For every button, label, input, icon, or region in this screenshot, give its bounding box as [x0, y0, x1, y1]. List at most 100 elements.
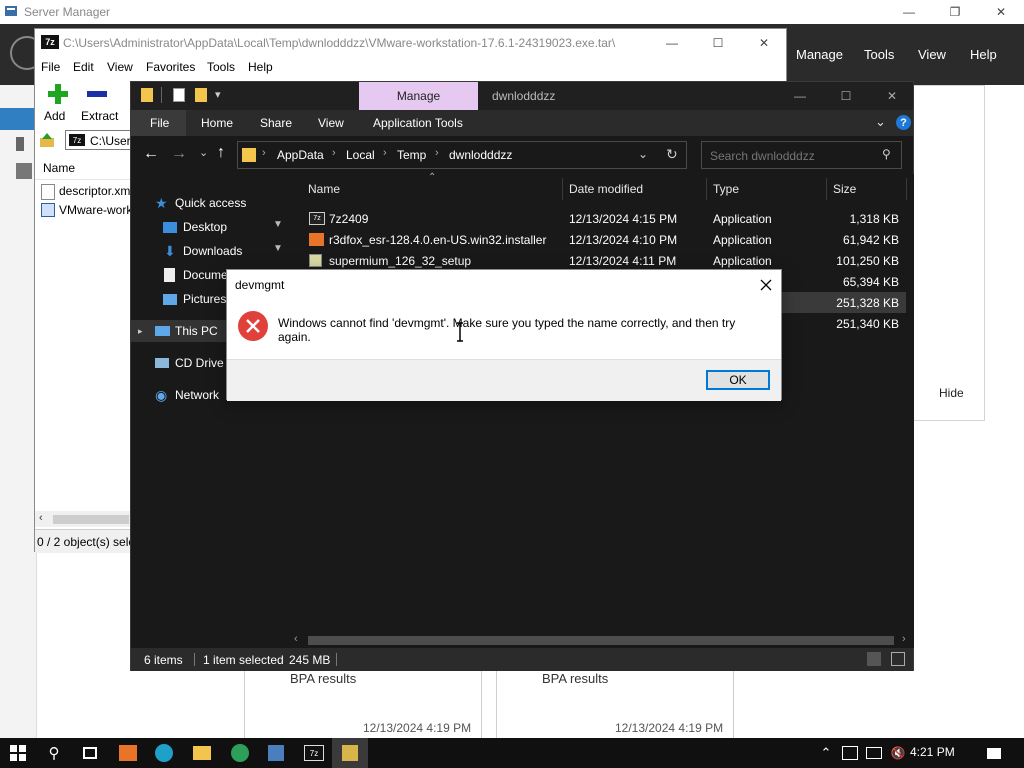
up-arrow-icon[interactable]: ↑ [217, 144, 225, 162]
search-box[interactable]: ⚲ [701, 141, 902, 169]
close-button[interactable]: ✕ [741, 29, 787, 57]
sevenzip-taskbar-icon[interactable]: 7z [296, 738, 332, 768]
properties-icon[interactable] [173, 88, 185, 102]
menu-tools[interactable]: Tools [207, 60, 235, 74]
installer-taskbar-icon[interactable] [332, 738, 368, 768]
extract-button[interactable]: Extract [81, 83, 121, 123]
tab-application-tools[interactable]: Application Tools [373, 116, 463, 130]
nav-quick-access[interactable]: ★ Quick access [131, 192, 289, 214]
search-icon[interactable]: ⚲ [36, 738, 72, 768]
sevenzip-address-field[interactable]: 7z C:\Users [65, 130, 137, 150]
tab-manage[interactable]: Manage [359, 82, 478, 110]
tab-file-label[interactable]: File [150, 116, 169, 130]
nav-label: CD Drive [175, 356, 224, 370]
minimize-button[interactable]: — [649, 29, 695, 57]
minimize-button[interactable]: — [886, 0, 932, 24]
column-name[interactable]: Name [308, 182, 340, 196]
all-servers-icon[interactable] [16, 163, 32, 179]
file-explorer-icon[interactable] [184, 738, 220, 768]
breadcrumb-local[interactable]: Local [346, 148, 375, 162]
menu-file[interactable]: File [41, 60, 60, 74]
menu-manage[interactable]: Manage [796, 47, 843, 62]
notifications-icon[interactable] [976, 738, 1012, 768]
details-view-icon[interactable] [867, 652, 881, 666]
list-item[interactable]: descriptor.xml [41, 182, 133, 200]
scroll-thumb[interactable] [308, 636, 894, 645]
breadcrumb-temp[interactable]: Temp [397, 148, 426, 162]
menu-view[interactable]: View [107, 60, 133, 74]
column-divider[interactable] [562, 178, 563, 200]
scroll-thumb[interactable] [53, 515, 129, 524]
new-folder-icon[interactable] [195, 88, 207, 102]
search-icon[interactable]: ⚲ [882, 147, 891, 161]
ribbon-expand-icon[interactable]: ⌄ [875, 114, 886, 130]
task-view-icon[interactable] [72, 738, 108, 768]
explorer-hscrollbar[interactable]: ‹ › [290, 632, 914, 648]
column-name[interactable]: Name [43, 161, 75, 175]
search-input[interactable] [708, 146, 872, 166]
explorer-titlebar: ▾ Manage dwnlodddzz — ☐ ✕ [131, 82, 913, 110]
menu-help[interactable]: Help [970, 47, 997, 62]
navigation-pane: ★ Quick access Desktop ▼ ⬇ Downloads ▼ D… [131, 174, 289, 648]
clock[interactable]: 4:21 PM [910, 745, 955, 759]
edge-icon[interactable] [146, 738, 182, 768]
column-type[interactable]: Type [713, 182, 739, 196]
column-divider[interactable] [706, 178, 707, 200]
hide-link[interactable]: Hide [939, 386, 964, 400]
tab-home[interactable]: Home [201, 116, 233, 130]
help-icon[interactable]: ? [896, 115, 911, 130]
dashboard-nav-item[interactable] [0, 108, 36, 130]
address-bar[interactable]: › AppData › Local › Temp › dwnlodddzz ⌄ … [237, 141, 687, 169]
maximize-button[interactable]: ☐ [695, 29, 741, 57]
column-size[interactable]: Size [833, 182, 856, 196]
tiles-view-icon[interactable] [891, 652, 905, 666]
recent-locations-icon[interactable]: ⌄ [199, 146, 208, 159]
menu-edit[interactable]: Edit [73, 60, 94, 74]
up-folder-icon[interactable] [39, 133, 55, 149]
close-button[interactable]: ✕ [978, 0, 1024, 24]
list-item[interactable]: VMware-workstation [41, 201, 168, 219]
back-arrow-icon[interactable]: ← [143, 145, 159, 163]
file-icon [41, 184, 55, 200]
quick-access-dropdown-icon[interactable]: ▾ [215, 88, 221, 101]
server-manager-taskbar-icon[interactable] [258, 738, 294, 768]
tab-view[interactable]: View [318, 116, 344, 130]
browser-icon[interactable] [222, 738, 258, 768]
dialog-close-button[interactable] [755, 274, 777, 296]
close-button[interactable]: ✕ [869, 82, 915, 110]
table-row[interactable]: supermium_126_32_setup 12/13/2024 4:11 P… [298, 250, 906, 271]
refresh-icon[interactable]: ↻ [666, 146, 678, 163]
address-dropdown-icon[interactable]: ⌄ [638, 147, 648, 161]
menu-view[interactable]: View [918, 47, 946, 62]
nav-downloads[interactable]: ⬇ Downloads ▼ [131, 240, 289, 262]
bpa-label[interactable]: BPA results [290, 671, 356, 686]
fox-browser-icon[interactable] [110, 738, 146, 768]
table-row[interactable]: 7z 7z2409 12/13/2024 4:15 PM Application… [298, 208, 906, 229]
scroll-right-icon[interactable]: › [902, 633, 906, 645]
add-label: Add [44, 109, 66, 123]
maximize-button[interactable]: ❐ [932, 0, 978, 24]
scroll-left-icon[interactable]: ‹ [294, 633, 298, 645]
minimize-button[interactable]: — [777, 82, 823, 110]
scroll-left-icon[interactable]: ‹ [39, 512, 43, 524]
local-server-icon[interactable] [16, 137, 24, 151]
menu-help[interactable]: Help [248, 60, 273, 74]
table-row[interactable]: r3dfox_esr-128.4.0.en-US.win32.installer… [298, 229, 906, 250]
sevenzip-hscrollbar[interactable]: ‹ [35, 511, 131, 527]
menu-favorites[interactable]: Favorites [146, 60, 195, 74]
desktop-icon [163, 222, 177, 233]
breadcrumb-appdata[interactable]: AppData [277, 148, 324, 162]
ok-button[interactable]: OK [706, 370, 770, 390]
column-divider[interactable] [826, 178, 827, 200]
maximize-button[interactable]: ☐ [823, 82, 869, 110]
add-button[interactable]: Add [43, 83, 73, 123]
nav-desktop[interactable]: Desktop ▼ [131, 216, 289, 238]
bpa-label[interactable]: BPA results [542, 671, 608, 686]
column-date-modified[interactable]: Date modified [569, 182, 643, 196]
breadcrumb-dwnlodddzz[interactable]: dwnlodddzz [449, 148, 512, 162]
menu-tools[interactable]: Tools [864, 47, 894, 62]
tab-share[interactable]: Share [260, 116, 292, 130]
column-divider[interactable] [906, 178, 907, 200]
start-button[interactable] [0, 738, 36, 768]
forward-arrow-icon[interactable]: → [171, 145, 187, 163]
